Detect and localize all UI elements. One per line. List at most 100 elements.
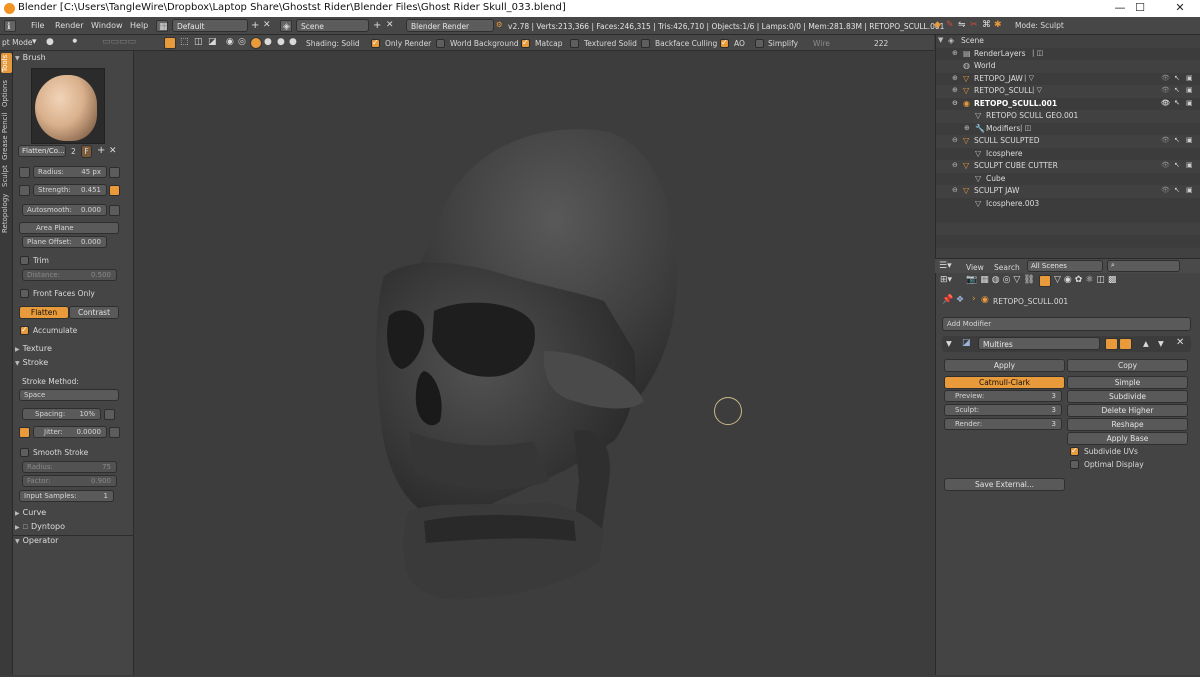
jitter-pressure-icon[interactable] — [109, 427, 120, 438]
remove-modifier-icon[interactable]: ✕ — [1176, 337, 1184, 348]
3d-viewport[interactable] — [134, 51, 934, 675]
collapse-triangle-icon[interactable]: ▼ — [946, 339, 952, 348]
outliner-view-menu[interactable]: View — [966, 263, 984, 272]
outliner-row-modifiers[interactable]: ⊕ 🔧 Modifiers | ◫ — [936, 122, 1200, 135]
shading-sphere-3-icon[interactable]: ● — [264, 37, 272, 47]
texture-section-header[interactable]: ▶ Texture — [15, 344, 130, 356]
strength-pressure-icon[interactable] — [109, 185, 120, 196]
subdivide-button[interactable]: Subdivide — [1067, 390, 1188, 403]
screen-layout-icon[interactable]: ▦ — [156, 20, 168, 32]
render-view-icon[interactable]: ⬚ — [180, 37, 189, 47]
maximize-button[interactable]: ☐ — [1120, 0, 1160, 17]
fake-user-button[interactable]: F — [81, 145, 92, 158]
add-scene-icon[interactable]: + — [373, 20, 381, 31]
trim-checkbox[interactable] — [20, 256, 29, 265]
layer-grid-icon[interactable]: ▭▭▭▭ — [102, 37, 136, 47]
properties-context-tabs[interactable]: 📷▦◍◎▽⛓ — [966, 275, 1038, 285]
outliner-row-scene[interactable]: ▼ ◈ Scene — [936, 35, 1200, 48]
dyntopo-section-header[interactable]: ▶ ☐ Dyntopo — [15, 522, 130, 534]
render-levels-field[interactable]: Render: 3 — [944, 418, 1062, 430]
optimal-display-checkbox[interactable] — [1070, 460, 1079, 469]
tab-tools[interactable]: Tools — [1, 53, 12, 73]
mirror-icon[interactable]: ⇋ — [958, 20, 966, 30]
tab-sculpt[interactable]: Sculpt — [1, 163, 12, 189]
stroke-method-dropdown[interactable]: Space — [19, 389, 119, 401]
spacing-pressure-icon[interactable] — [104, 409, 115, 420]
editor-type-icon[interactable]: ℹ — [4, 20, 16, 32]
menu-render[interactable]: Render — [55, 21, 83, 30]
tab-retopology[interactable]: Retopology — [1, 191, 12, 235]
properties-editor-type-icon[interactable]: ⊞▾ — [940, 275, 952, 285]
reshape-button[interactable]: Reshape — [1067, 418, 1188, 431]
outliner-row-retopo-scull[interactable]: ⊕ ▽ RETOPO_SCULL | ▽ 👁 ↖ ▣ — [936, 85, 1200, 98]
outliner-row-sculpt-jaw[interactable]: ⊖ ▽ SCULPT JAW 👁 ↖ ▣ — [936, 185, 1200, 198]
show-in-viewport-icon[interactable] — [1119, 338, 1132, 350]
modifier-name-field[interactable]: Multires — [978, 337, 1100, 350]
outliner-row-icosphere-003[interactable]: ▽ Icosphere.003 — [936, 197, 1200, 210]
show-in-render-icon[interactable] — [1105, 338, 1118, 350]
scene-field[interactable]: Scene — [296, 19, 369, 32]
autosmooth-pressure-icon[interactable] — [109, 205, 120, 216]
backface-culling-checkbox[interactable] — [641, 39, 650, 48]
plane-offset-slider[interactable]: Plane Offset: 0.000 — [22, 236, 107, 248]
accumulate-checkbox[interactable] — [20, 325, 29, 335]
remove-scene-icon[interactable]: ✕ — [386, 20, 394, 30]
menu-help[interactable]: Help — [130, 21, 148, 30]
sculpt-levels-field[interactable]: Sculpt: 3 — [944, 404, 1062, 416]
matcap-sphere-icon[interactable] — [250, 37, 262, 49]
smooth-radius-slider[interactable]: Radius: 75 — [22, 461, 117, 473]
smooth-factor-slider[interactable]: Factor: 0.900 — [22, 475, 117, 487]
brush-section-header[interactable]: ▼ Brush — [15, 53, 130, 65]
viewport-shading-icon[interactable]: ● — [46, 37, 54, 47]
strength-slider[interactable]: Strength: 0.451 — [33, 184, 107, 196]
shading-sphere-1-icon[interactable]: ◉ — [226, 37, 234, 47]
simplify-checkbox[interactable] — [755, 39, 764, 48]
outliner-search-menu[interactable]: Search — [994, 263, 1020, 272]
interaction-mode-dropdown[interactable]: pt Mode — [2, 38, 33, 47]
catmull-clark-button[interactable]: Catmull-Clark — [944, 376, 1065, 389]
flatten-button[interactable]: Flatten — [19, 306, 69, 319]
shading-sphere-2-icon[interactable]: ◎ — [238, 37, 246, 47]
add-brush-icon[interactable]: + — [97, 145, 105, 156]
menu-window[interactable]: Window — [91, 21, 123, 30]
dyntopo-icon[interactable]: ✱ — [994, 20, 1002, 30]
outliner-row-sculpt-cube-cutter[interactable]: ⊖ ▽ SCULPT CUBE CUTTER 👁 ↖ ▣ — [936, 160, 1200, 173]
outliner-editor-type-icon[interactable]: ☰▾ — [939, 261, 952, 271]
outliner-display-filter[interactable]: All Scenes — [1027, 260, 1103, 272]
smooth-stroke-checkbox[interactable] — [20, 448, 29, 457]
strength-lock-icon[interactable] — [19, 185, 30, 196]
outliner-row-scull-sculpted[interactable]: ⊖ ▽ SCULL SCULPTED 👁 ↖ ▣ — [936, 135, 1200, 148]
jitter-lock-icon[interactable] — [19, 427, 30, 438]
preview-levels-field[interactable]: Preview: 3 — [944, 390, 1062, 402]
outliner-row-mesh-data[interactable]: ▽ RETOPO SCULL GEO.001 — [936, 110, 1200, 123]
chevron-down-icon[interactable]: ▾ — [32, 37, 37, 47]
lock-view-icon[interactable] — [164, 37, 176, 49]
outliner-row-icosphere[interactable]: ▽ Icosphere — [936, 147, 1200, 160]
operator-section-header[interactable]: ▼ Operator — [15, 536, 130, 548]
simple-button[interactable]: Simple — [1067, 376, 1188, 389]
spacing-slider[interactable]: Spacing: 10% — [22, 408, 101, 420]
shading-sphere-4-icon[interactable]: ● — [277, 37, 285, 47]
overlay-icon[interactable]: ◪ — [208, 37, 217, 47]
menu-file[interactable]: File — [31, 21, 44, 30]
stroke-section-header[interactable]: ▼ Stroke — [15, 358, 130, 370]
outliner-search-input[interactable]: ⌕ — [1107, 260, 1180, 272]
pin-icon[interactable]: 📌 — [942, 295, 953, 305]
remove-screen-icon[interactable]: ✕ — [263, 20, 271, 30]
camera-icon[interactable]: ◫ — [194, 37, 203, 47]
curve-section-header[interactable]: ▶ Curve — [15, 508, 130, 520]
only-render-checkbox[interactable] — [371, 38, 380, 48]
outliner-row-retopo-scull-001[interactable]: ⊖ ◉ RETOPO_SCULL.001 👁 ↖ ▣ — [936, 97, 1200, 110]
apply-base-button[interactable]: Apply Base — [1067, 432, 1188, 445]
properties-context-tabs-2[interactable]: ▽◉✿⚛◫▩ — [1054, 275, 1119, 285]
radius-pressure-icon[interactable] — [109, 167, 120, 178]
matcap-checkbox[interactable] — [521, 38, 530, 48]
contrast-button[interactable]: Contrast — [69, 306, 119, 319]
outliner-row-cube[interactable]: ▽ Cube — [936, 172, 1200, 185]
brush-name-field[interactable]: Flatten/Co... — [18, 145, 66, 157]
outliner-row-world[interactable]: ◍ World — [936, 60, 1200, 73]
wire-label[interactable]: Wire — [813, 39, 830, 48]
front-faces-only-checkbox[interactable] — [20, 289, 29, 298]
add-modifier-dropdown[interactable]: Add Modifier — [942, 317, 1191, 331]
distance-slider[interactable]: Distance: 0.500 — [22, 269, 117, 281]
